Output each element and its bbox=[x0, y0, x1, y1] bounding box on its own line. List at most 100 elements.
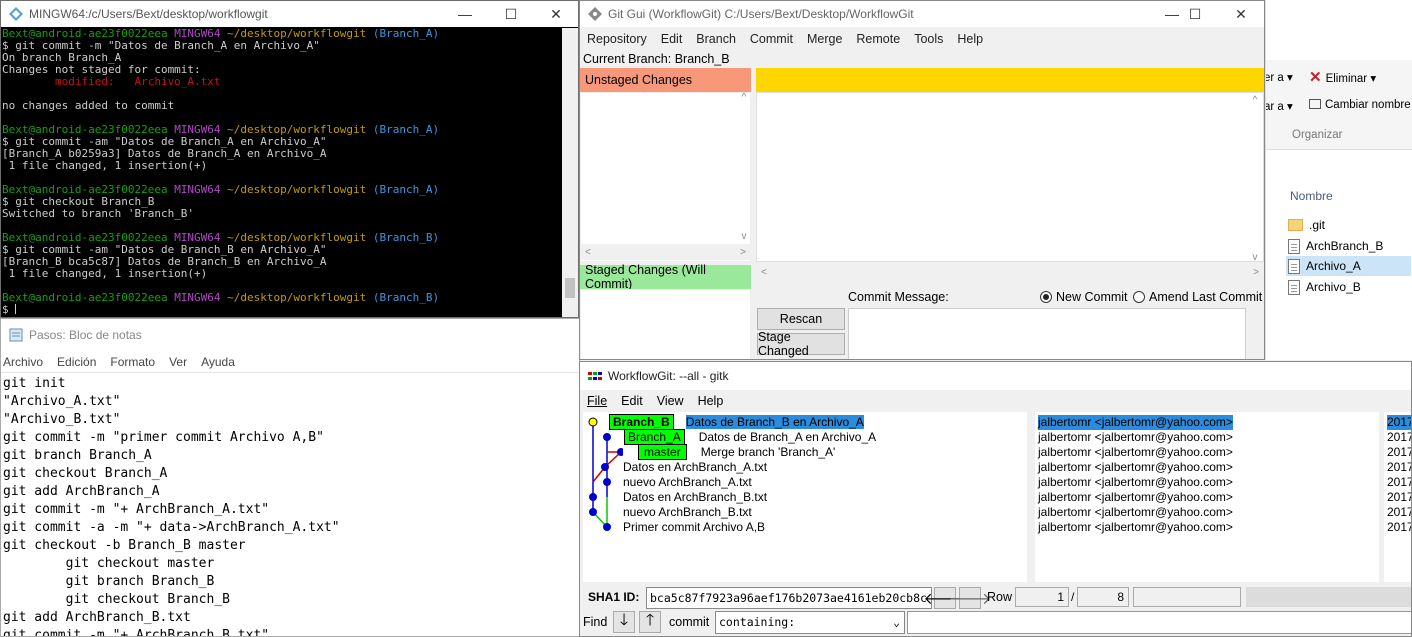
column-header-name[interactable]: Nombre bbox=[1290, 189, 1333, 203]
chevron-down-icon: ⌄ bbox=[893, 615, 900, 629]
text-cursor bbox=[15, 304, 17, 314]
maximize-button[interactable]: ☐ bbox=[1172, 1, 1218, 27]
menu-remote[interactable]: Remote bbox=[849, 32, 907, 46]
scrollbar-thumb[interactable] bbox=[565, 278, 575, 298]
terminal-text: MINGW64 bbox=[174, 291, 228, 304]
notepad-line: git commit -m "+ ArchBranch_B.txt" bbox=[3, 628, 270, 637]
menu-repository[interactable]: Repository bbox=[580, 32, 654, 46]
find-up-button[interactable]: 🡑 bbox=[639, 611, 661, 633]
close-button[interactable]: ✕ bbox=[1218, 1, 1264, 27]
unstaged-hscroll[interactable]: < > bbox=[580, 244, 751, 260]
menu-ver[interactable]: Ver bbox=[162, 355, 194, 369]
terminal-text: MINGW64 bbox=[174, 183, 228, 196]
staged-files-list[interactable] bbox=[580, 289, 751, 359]
rescan-button[interactable]: Rescan bbox=[757, 308, 845, 330]
terminal-output[interactable]: Bext@android-ae23f0022eea MINGW64 ~/desk… bbox=[1, 28, 563, 317]
author-cell: jalbertomr <jalbertomr@yahoo.com> bbox=[1038, 520, 1233, 534]
copy-to-button[interactable]: ar a ▾ bbox=[1266, 99, 1293, 113]
notepad-text-area[interactable]: git init "Archivo_A.txt" "Archivo_B.txt" gi… bbox=[3, 375, 340, 637]
menu-tools[interactable]: Tools bbox=[907, 32, 950, 46]
terminal-scrollbar[interactable] bbox=[562, 28, 578, 317]
ribbon-group-label: Organizar bbox=[1292, 129, 1343, 141]
row-separator: / bbox=[1071, 590, 1075, 604]
diff-hscroll[interactable]: < > bbox=[756, 264, 1264, 280]
terminal-text: Switched to branch 'Branch_B' bbox=[2, 207, 195, 220]
menu-commit[interactable]: Commit bbox=[743, 32, 800, 46]
delete-icon: ✕ bbox=[1309, 69, 1322, 86]
diff-header-bar bbox=[756, 68, 1264, 92]
commit-graph-pane[interactable]: Branch_B Datos de Branch_B en Archivo_A B… bbox=[583, 412, 1027, 582]
commit-subject: Datos de Branch_A en Archivo_A bbox=[698, 430, 877, 444]
notepad-line: git add ArchBranch_A bbox=[3, 484, 160, 499]
folder-icon bbox=[1288, 219, 1303, 231]
date-cell: 2017 bbox=[1387, 460, 1412, 474]
find-type[interactable]: commit bbox=[669, 615, 709, 629]
commit-row[interactable]: Branch_B Datos de Branch_B en Archivo_A bbox=[609, 414, 864, 430]
new-commit-radio[interactable]: New Commit bbox=[1040, 290, 1128, 304]
commit-row[interactable]: Primer commit Archivo A,B bbox=[623, 520, 765, 535]
commit-message-label: Commit Message: bbox=[848, 290, 949, 304]
commit-row[interactable]: Datos en ArchBranch_B.txt bbox=[623, 490, 767, 505]
menu-help[interactable]: Help bbox=[691, 394, 731, 408]
delete-button[interactable]: ✕ Eliminar ▾ bbox=[1309, 68, 1376, 86]
terminal-text: (Branch_B) bbox=[372, 231, 440, 244]
amend-last-commit-radio[interactable]: Amend Last Commit bbox=[1133, 290, 1262, 304]
menu-archivo[interactable]: Archivo bbox=[1, 355, 50, 369]
notepad-titlebar[interactable]: Pasos: Bloc de notas bbox=[1, 319, 579, 351]
unstaged-vscroll[interactable]: ^ v bbox=[737, 92, 751, 242]
author-pane[interactable]: jalbertomr <jalbertomr@yahoo.com> jalber… bbox=[1035, 412, 1379, 582]
terminal-text: no changes added to commit bbox=[2, 99, 175, 112]
row-label: Row bbox=[987, 590, 1013, 604]
file-item[interactable]: Archivo_B bbox=[1288, 277, 1412, 297]
stage-changed-button[interactable]: Stage Changed bbox=[757, 330, 845, 358]
terminal-text: (Branch_B) bbox=[372, 291, 440, 304]
commit-message-input[interactable] bbox=[848, 308, 1246, 359]
menu-help[interactable]: Help bbox=[950, 32, 990, 46]
file-item[interactable]: .git bbox=[1288, 215, 1412, 235]
branch-tag: master bbox=[638, 444, 687, 460]
minimize-button[interactable]: — bbox=[442, 1, 488, 27]
commit-row[interactable]: nuevo ArchBranch_B.txt bbox=[623, 505, 752, 520]
close-button[interactable]: ✕ bbox=[533, 1, 578, 27]
window-title: Pasos: Bloc de notas bbox=[29, 328, 142, 342]
status-area bbox=[1246, 587, 1411, 607]
commit-row[interactable]: nuevo ArchBranch_A.txt bbox=[623, 475, 752, 490]
file-item[interactable]: ArchBranch_B bbox=[1288, 236, 1412, 256]
notepad-icon bbox=[9, 328, 23, 342]
radio-empty-icon bbox=[1133, 291, 1145, 303]
menu-edicion[interactable]: Edición bbox=[50, 355, 103, 369]
menu-formato[interactable]: Formato bbox=[103, 355, 162, 369]
find-input[interactable] bbox=[907, 611, 1411, 634]
maximize-button[interactable]: ☐ bbox=[488, 1, 534, 27]
terminal-text: (Branch_A) bbox=[372, 123, 440, 136]
gitgui-titlebar[interactable]: Git Gui (WorkflowGit) C:/Users/Bext/Desk… bbox=[580, 1, 1264, 27]
terminal-titlebar[interactable]: MINGW64:/c/Users/Bext/desktop/workflowgi… bbox=[1, 1, 578, 27]
commit-row[interactable]: Branch_A Datos de Branch_A en Archivo_A bbox=[624, 429, 877, 445]
menu-merge[interactable]: Merge bbox=[800, 32, 849, 46]
menu-edit[interactable]: Edit bbox=[614, 394, 650, 408]
gitk-titlebar[interactable]: WorkflowGit: --all - gitk bbox=[580, 362, 1411, 390]
rename-button[interactable]: Cambiar nombre bbox=[1309, 99, 1411, 111]
move-to-button[interactable]: er a ▾ bbox=[1266, 70, 1293, 84]
date-pane[interactable]: 2017 2017 2017 2017 2017 2017 2017 2017 bbox=[1384, 412, 1412, 582]
terminal-line: 1 file changed, 1 insertion(+) bbox=[2, 160, 563, 172]
menu-branch[interactable]: Branch bbox=[689, 32, 743, 46]
branch-tag: Branch_A bbox=[624, 429, 685, 445]
diff-viewer[interactable] bbox=[756, 92, 1264, 262]
rename-icon bbox=[1309, 99, 1321, 109]
menu-view[interactable]: View bbox=[650, 394, 691, 408]
menu-ayuda[interactable]: Ayuda bbox=[194, 355, 242, 369]
commit-row[interactable]: Datos en ArchBranch_A.txt bbox=[623, 460, 767, 475]
sha1-input[interactable]: bca5c87f7923a96aef176b2073ae4161eb20cb8c bbox=[646, 587, 932, 609]
text-file-icon bbox=[1288, 258, 1300, 274]
author-cell: jalbertomr <jalbertomr@yahoo.com> bbox=[1038, 430, 1233, 444]
menu-edit[interactable]: Edit bbox=[654, 32, 690, 46]
find-mode-select[interactable]: containing: ⌄ bbox=[715, 611, 905, 634]
forward-arrow-button[interactable]: 🡒 bbox=[949, 587, 991, 609]
file-item-selected[interactable]: Archivo_A bbox=[1286, 256, 1411, 276]
diff-vscroll[interactable]: ^ v bbox=[1248, 95, 1262, 263]
find-down-button[interactable]: 🡓 bbox=[613, 611, 635, 633]
commit-row[interactable]: master Merge branch 'Branch_A' bbox=[638, 444, 835, 460]
unstaged-files-list[interactable] bbox=[580, 92, 751, 262]
menu-file[interactable]: File bbox=[580, 394, 614, 408]
